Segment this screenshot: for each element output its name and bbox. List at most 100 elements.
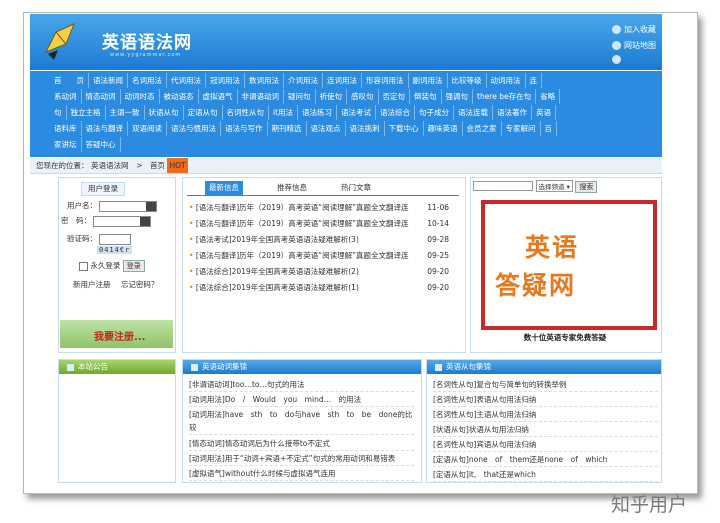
nav-item[interactable]: 介词用法 <box>284 73 323 88</box>
nav-item[interactable]: 语法与翻译 <box>82 121 128 136</box>
list-item[interactable]: [名词性从句]宾语从句用法归纳 <box>433 438 658 452</box>
nav-item[interactable]: 连 <box>526 73 542 88</box>
list-item[interactable]: • [语法综合]2019年全国高考英语语法疑难解析(1) 09-20 <box>189 280 449 295</box>
tab-latest[interactable]: 最新信息 <box>205 181 243 195</box>
list-item[interactable]: [名词性从句]表语从句用法归纳 <box>433 393 658 407</box>
keyboard-icon[interactable] <box>146 201 157 211</box>
nav-item[interactable]: 家讲坛 <box>50 137 82 152</box>
add-favorite-link[interactable]: 加入收藏 <box>612 24 656 35</box>
nav-item[interactable]: 强调句 <box>442 89 473 104</box>
nav-item[interactable]: 否定句 <box>379 89 410 104</box>
nav-item[interactable]: 感叹句 <box>347 89 379 104</box>
search-button[interactable]: 搜索 <box>575 180 598 193</box>
list-item[interactable]: [定语从句]it, that还是which <box>433 468 658 482</box>
remember-checkbox[interactable] <box>79 261 88 271</box>
password-input[interactable] <box>93 215 152 227</box>
nav-item[interactable]: 副词用法 <box>409 73 448 88</box>
nav-item[interactable]: 冠词用法 <box>206 73 245 88</box>
nav-item[interactable]: 语料库 <box>50 121 82 136</box>
breadcrumb-item[interactable]: 首页 <box>150 161 165 170</box>
nav-item[interactable]: 动词时态 <box>121 89 160 104</box>
channel-select[interactable]: 选择频道 ▾ <box>535 180 573 192</box>
nav-item[interactable]: 省略 <box>536 89 561 104</box>
nav-item[interactable]: 百 <box>541 121 557 136</box>
nav-item[interactable]: 疑问句 <box>284 89 316 104</box>
nav-item[interactable]: 专家解问 <box>502 121 541 136</box>
nav-item[interactable]: 语法著作 <box>493 105 533 120</box>
nav-item[interactable]: 语法练习 <box>298 105 338 120</box>
nav-item[interactable]: 动词用法 <box>487 73 526 88</box>
nav-item[interactable]: 系动词 <box>50 89 82 104</box>
nav-item[interactable]: 主谓一致 <box>106 105 145 120</box>
list-item[interactable]: [动词用法]have sth to do与have sth to be done… <box>189 408 414 435</box>
nav-item[interactable]: 句 <box>50 105 67 120</box>
nav-item[interactable]: 期刊精选 <box>268 121 307 136</box>
captcha-image[interactable]: 0414€r <box>97 246 133 254</box>
nav-item[interactable]: there be存在句 <box>473 89 537 104</box>
breadcrumb-item[interactable]: 英语语法网 <box>91 161 129 170</box>
nav-item[interactable]: 答疑中心 <box>82 137 121 152</box>
nav-item[interactable]: 语法与写作 <box>221 121 268 136</box>
nav-item[interactable]: 倒装句 <box>410 89 442 104</box>
home-link[interactable] <box>612 55 624 64</box>
nav-item[interactable]: 语法综合 <box>376 105 416 120</box>
nav-item[interactable]: 连词用法 <box>323 73 362 88</box>
nav-item[interactable]: 比较等级 <box>448 73 487 88</box>
list-item[interactable]: [状语从句]状语从句用法归纳 <box>433 423 658 437</box>
nav-item[interactable]: 语法考试 <box>337 105 377 120</box>
list-item[interactable]: [定语从句]none of them还是none of which <box>433 453 658 467</box>
login-tab[interactable]: 用户登录 <box>81 182 125 196</box>
nav-item[interactable]: 虚拟语气 <box>199 89 238 104</box>
nav-item[interactable]: 情态动词 <box>82 89 121 104</box>
nav-item[interactable]: 英语 <box>532 105 557 120</box>
nav-item[interactable]: 下载中心 <box>385 121 424 136</box>
nav-item[interactable]: 被动语态 <box>160 89 199 104</box>
keyboard-icon[interactable] <box>140 216 151 226</box>
list-item[interactable]: • [语法与翻译]历年（2019）高考英语“阅读理解”真题全文翻译连 09-25 <box>189 248 449 263</box>
search-input[interactable] <box>473 181 533 191</box>
nav-item[interactable]: 语法连载 <box>454 105 494 120</box>
captcha-input[interactable] <box>99 233 132 245</box>
list-item[interactable]: • [语法考试]2019年全国高考英语语法疑难解析(3) 09-28 <box>189 232 449 247</box>
register-link[interactable]: 新用户注册 <box>73 280 111 289</box>
login-button[interactable]: 登录 <box>122 260 145 272</box>
tab-popular[interactable]: 热门文章 <box>335 181 377 195</box>
nav-item[interactable]: 状语从句 <box>145 105 184 120</box>
register-banner[interactable]: 我要注册... <box>60 320 173 348</box>
nav-item[interactable]: 代词用法 <box>167 73 206 88</box>
nav-item[interactable]: 独立主格 <box>67 105 106 120</box>
nav-item[interactable]: 趣味英语 <box>424 121 463 136</box>
nav-item[interactable]: 名词性从句 <box>223 105 269 120</box>
ad-banner[interactable]: 英语 答疑网 <box>481 200 657 330</box>
nav-item[interactable]: 祈使句 <box>316 89 347 104</box>
nav-item[interactable]: 语法与惯用法 <box>167 121 221 136</box>
nav-item[interactable]: it用法 <box>269 105 299 120</box>
list-item[interactable]: [情态动词]情态动词后为什么接带to不定式 <box>189 437 414 451</box>
forgot-password-link[interactable]: 忘记密码？ <box>121 280 159 289</box>
nav-item[interactable]: 会员之家 <box>463 121 502 136</box>
list-item[interactable]: [名词性从句]主语从句用法归纳 <box>433 408 658 422</box>
username-input[interactable] <box>99 200 158 212</box>
list-item[interactable]: • [语法与翻译]历年（2019）高考英语“阅读理解”真题全文翻译连 10-14 <box>189 216 449 231</box>
nav-item[interactable]: 首 页 <box>50 73 89 88</box>
nav-item[interactable]: 名词用法 <box>128 73 167 88</box>
list-item[interactable]: • [语法与翻译]历年（2019）高考英语“阅读理解”真题全文翻译连 11-06 <box>189 200 449 215</box>
nav-item[interactable]: 语法观点 <box>307 121 346 136</box>
nav-item[interactable]: 形容词用法 <box>362 73 409 88</box>
site-logo-text[interactable]: 英语语法网 <box>102 28 192 53</box>
list-item[interactable]: [动词用法]Do / Would you mind… 的用法 <box>189 393 414 407</box>
nav-item[interactable]: 双语阅读 <box>128 121 167 136</box>
nav-item[interactable]: 非谓语动词 <box>238 89 284 104</box>
tab-recommended[interactable]: 推荐信息 <box>271 181 313 195</box>
nav-item[interactable]: 语法新闻 <box>89 73 128 88</box>
list-item[interactable]: [动词用法]用于“动词+宾语+不定式”句式的常用动词和易错表 <box>189 452 414 466</box>
nav-item[interactable]: 语法挑刺 <box>346 121 385 136</box>
list-item[interactable]: • [语法综合]2019年全国高考英语语法疑难解析(2) 09-20 <box>189 264 449 279</box>
list-item[interactable]: [虚拟语气]without什么时候与虚拟语气连用 <box>189 467 414 481</box>
nav-item[interactable]: 句子成分 <box>415 105 455 120</box>
nav-item[interactable]: 数词用法 <box>245 73 284 88</box>
nav-item[interactable]: 定语从句 <box>184 105 223 120</box>
list-item[interactable]: [名词性从句]复合句与简单句的转换举例 <box>433 378 658 392</box>
list-item[interactable]: [非谓语动词]too…to…句式的用法 <box>189 378 414 392</box>
site-map-link[interactable]: 网站地图 <box>612 40 656 51</box>
